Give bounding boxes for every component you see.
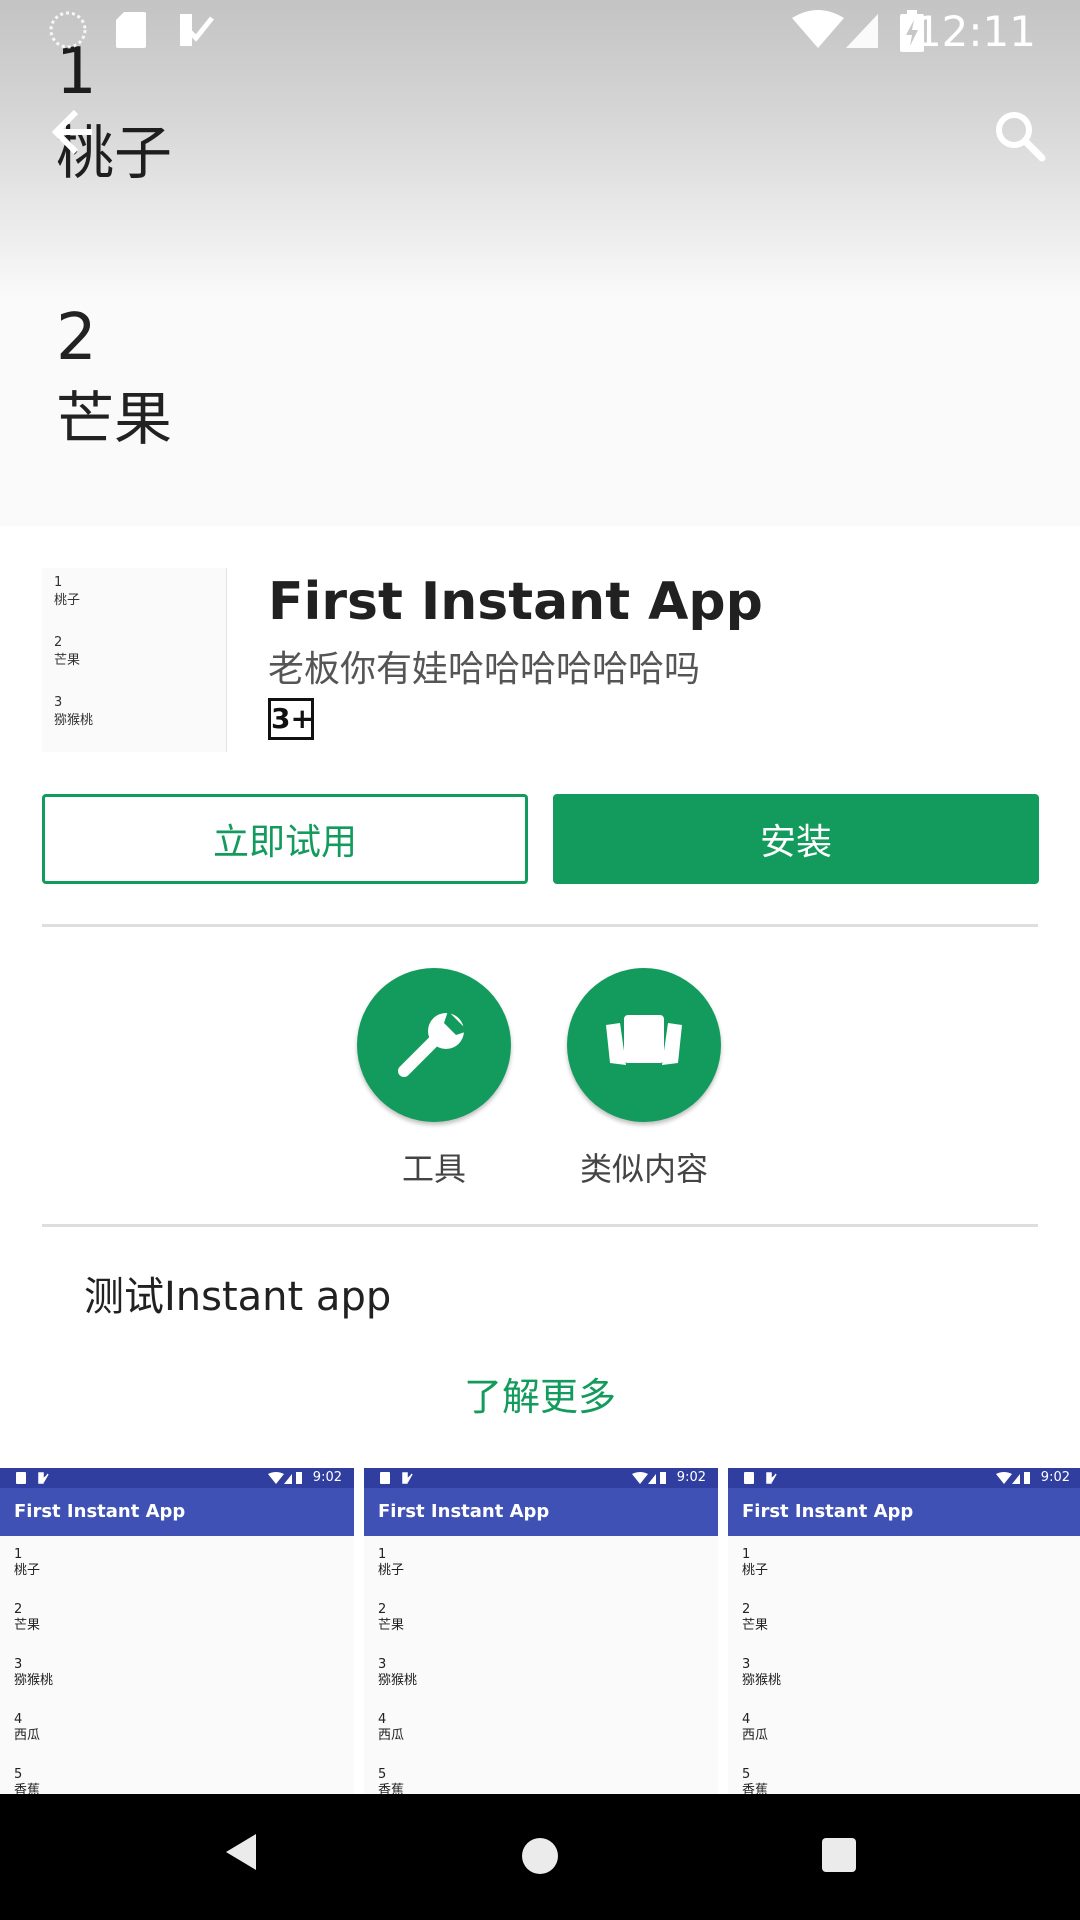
app-icon-thumbnail: 1 桃子 2 芒果 3 猕猴桃: [42, 568, 227, 752]
screenshot-toolbar-title: First Instant App: [742, 1501, 914, 1522]
list-item-fruit: 猕猴桃: [14, 1673, 54, 1688]
category-similar[interactable]: 类似内容: [564, 968, 724, 1190]
back-arrow-icon[interactable]: [36, 100, 100, 164]
feature-graphic: 1 桃子 2 芒果: [0, 0, 1080, 526]
list-item-fruit: 西瓜: [378, 1728, 405, 1743]
sd-card-icon: [380, 1472, 390, 1484]
list-item-fruit: 西瓜: [742, 1728, 769, 1743]
screenshot-status-bar: 9:02: [0, 1468, 354, 1488]
nav-recents-icon[interactable]: [822, 1838, 856, 1872]
list-item-fruit: 芒果: [378, 1618, 405, 1633]
app-title: First Instant App: [268, 572, 763, 632]
list-item-number: 3: [742, 1657, 751, 1672]
list-item-fruit: 香蕉: [742, 1783, 769, 1794]
app-subtitle[interactable]: 老板你有娃哈哈哈哈哈哈吗: [268, 640, 700, 692]
thumb-item-number: 3: [54, 695, 63, 710]
list-item-number: 1: [742, 1547, 751, 1562]
list-item-number: 2: [742, 1602, 751, 1617]
signal-icon: [846, 14, 878, 48]
list-item-fruit: 西瓜: [14, 1728, 41, 1743]
screenshot-status-bar: 9:02: [728, 1468, 1080, 1488]
category-similar-circle[interactable]: [567, 968, 721, 1122]
list-item-number: 4: [378, 1712, 387, 1727]
thumb-item-number: 2: [54, 635, 63, 650]
nav-home-icon[interactable]: [522, 1838, 558, 1874]
list-item-number: 1: [14, 1547, 23, 1562]
list-item-fruit: 芒果: [742, 1618, 769, 1633]
install-button[interactable]: 安装: [553, 794, 1039, 884]
list-item-fruit: 猕猴桃: [742, 1673, 782, 1688]
learn-more-link[interactable]: 了解更多: [0, 1366, 1080, 1421]
list-item-fruit: 香蕉: [14, 1783, 41, 1794]
task-icon: [766, 1472, 777, 1484]
list-item-number: 5: [378, 1767, 387, 1782]
sd-card-icon: [16, 1472, 26, 1484]
divider: [42, 924, 1038, 927]
list-item-number: 2: [378, 1602, 387, 1617]
feature-item-number: 2: [56, 301, 97, 375]
list-item-number: 2: [14, 1602, 23, 1617]
list-item-fruit: 香蕉: [378, 1783, 405, 1794]
task-icon: [38, 1472, 49, 1484]
list-item-fruit: 桃子: [742, 1563, 769, 1578]
list-item-number: 1: [378, 1547, 387, 1562]
thumb-item-fruit: 桃子: [54, 593, 81, 608]
screenshot-thumbnail[interactable]: 9:02 First Instant App 1 桃子 2 芒果 3 猕猴桃 4…: [364, 1468, 718, 1794]
screenshot-toolbar: First Instant App: [728, 1488, 1080, 1536]
list-item-number: 5: [742, 1767, 751, 1782]
wifi-icon: [792, 10, 844, 48]
screenshot-toolbar-title: First Instant App: [378, 1501, 550, 1522]
screenshot-thumbnail[interactable]: 9:02 First Instant App 1 桃子 2 芒果 3 猕猴桃 4…: [728, 1468, 1080, 1794]
sd-card-icon: [116, 12, 146, 48]
signal-battery-icon: [996, 1472, 1030, 1484]
thumb-item-number: 1: [54, 575, 63, 590]
screenshot-toolbar: First Instant App: [0, 1488, 354, 1536]
thumb-item-fruit: 猕猴桃: [54, 713, 94, 728]
nav-back-icon[interactable]: [224, 1832, 258, 1872]
thumb-item-fruit: 芒果: [54, 653, 81, 668]
loading-icon: [49, 11, 87, 49]
screenshot-toolbar-title: First Instant App: [14, 1501, 186, 1522]
list-item-fruit: 芒果: [14, 1618, 41, 1633]
screenshot-time: 9:02: [676, 1470, 706, 1485]
list-item-number: 5: [14, 1767, 23, 1782]
screenshot-thumbnail[interactable]: 9:02 First Instant App 1 桃子 2 芒果 3 猕猴桃 4…: [0, 1468, 354, 1794]
screenshot-time: 9:02: [1040, 1470, 1070, 1485]
try-now-button[interactable]: 立即试用: [42, 794, 528, 884]
list-item-fruit: 猕猴桃: [378, 1673, 418, 1688]
list-item-fruit: 桃子: [378, 1563, 405, 1578]
status-bar: 12:11: [0, 0, 1080, 63]
task-icon: [402, 1472, 413, 1484]
search-icon[interactable]: [988, 104, 1052, 168]
content-rating-badge[interactable]: 3+: [268, 698, 314, 740]
navigation-bar: [0, 1794, 1080, 1920]
divider: [42, 1224, 1038, 1227]
cards-icon: [606, 1015, 682, 1065]
list-item-number: 4: [742, 1712, 751, 1727]
category-label: 类似内容: [579, 1150, 708, 1188]
screenshot-time: 9:02: [312, 1470, 342, 1485]
signal-battery-icon: [268, 1472, 302, 1484]
signal-battery-icon: [632, 1472, 666, 1484]
category-tools[interactable]: 工具: [354, 968, 514, 1190]
list-item-number: 4: [14, 1712, 23, 1727]
list-item-number: 3: [14, 1657, 23, 1672]
app-description: 测试Instant app: [84, 1274, 392, 1320]
feature-item-fruit: 芒果: [56, 385, 173, 453]
wrench-icon: [398, 1011, 468, 1077]
screenshot-status-bar: 9:02: [364, 1468, 718, 1488]
screenshot-toolbar: First Instant App: [364, 1488, 718, 1536]
status-time: 12:11: [914, 7, 1036, 56]
category-tools-circle[interactable]: [357, 968, 511, 1122]
task-icon: [180, 14, 214, 46]
list-item-number: 3: [378, 1657, 387, 1672]
category-label: 工具: [401, 1150, 466, 1188]
list-item-fruit: 桃子: [14, 1563, 41, 1578]
sd-card-icon: [744, 1472, 754, 1484]
